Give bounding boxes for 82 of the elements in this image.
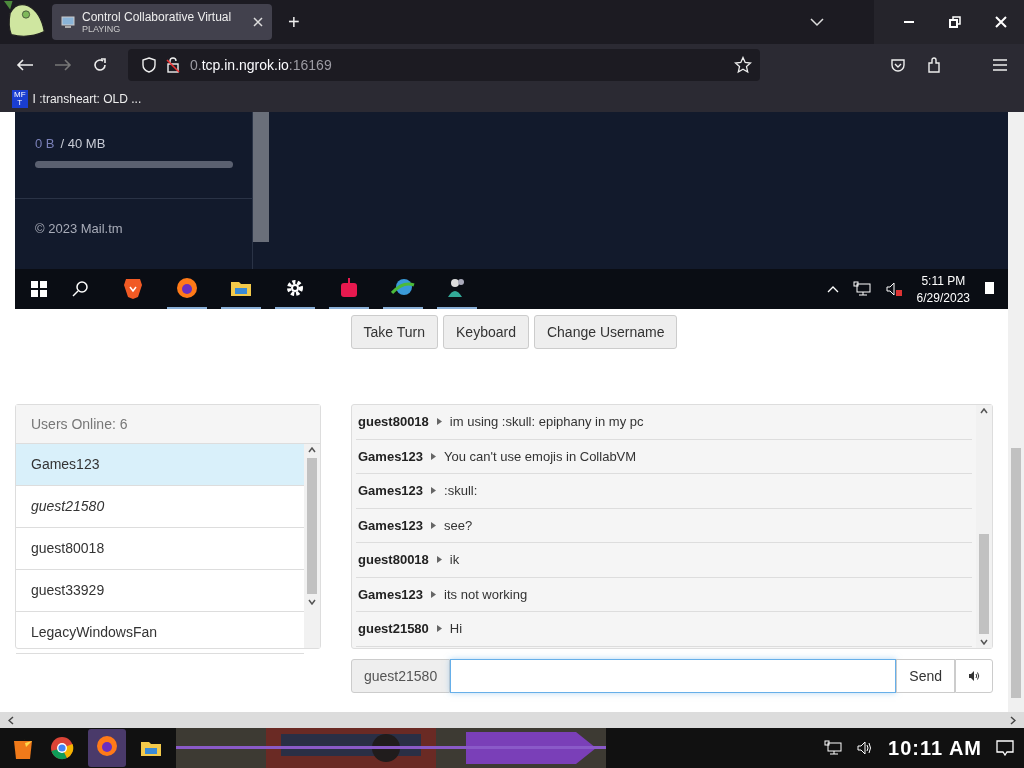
host-clock: 10:11 AM (888, 736, 982, 760)
robot-icon (339, 277, 359, 299)
back-icon[interactable] (16, 58, 34, 72)
chat-message: its not working (444, 586, 528, 602)
address-bar[interactable]: 0.tcp.in.ngrok.io:16169 (128, 49, 760, 81)
chat-username: guest80018 (358, 552, 429, 568)
scrollbar[interactable] (304, 444, 320, 648)
gear-icon (285, 278, 305, 298)
chevron-up-icon[interactable] (826, 285, 839, 293)
pointer-icon (431, 452, 437, 460)
scroll-up-icon[interactable] (980, 408, 988, 414)
horizontal-scrollbar[interactable] (0, 712, 1024, 728)
username-label: guest21580 (351, 659, 451, 693)
scroll-left-icon[interactable] (8, 715, 14, 725)
menu-icon[interactable] (992, 58, 1008, 72)
pointer-icon (431, 487, 437, 495)
windows-start-icon[interactable] (31, 281, 47, 297)
chrome-icon[interactable] (50, 736, 74, 760)
pointer-icon (436, 625, 442, 633)
star-icon[interactable] (734, 56, 752, 74)
browser-tab[interactable]: Control Collaborative Virtual PLAYING (52, 4, 272, 40)
chat-username: Games123 (358, 483, 424, 499)
chat-message: im using :skull: epiphany in my pc (449, 414, 644, 430)
firefox-icon (96, 735, 118, 757)
scrollbar[interactable] (253, 112, 269, 242)
chat-username: guest21580 (358, 621, 429, 637)
pointer-icon (431, 521, 437, 529)
network-icon[interactable] (852, 281, 871, 297)
vm-clock-time: 5:11 PM (921, 273, 966, 288)
scroll-right-icon[interactable] (1010, 715, 1016, 725)
users-online-header: Users Online: 6 (16, 405, 320, 444)
vm-control-button[interactable]: Keyboard (443, 315, 529, 349)
chat-username: Games123 (358, 448, 424, 464)
restore-icon[interactable] (948, 15, 962, 29)
new-tab-button[interactable]: + (288, 10, 300, 34)
chat-message: You can't use emojis in CollabVM (444, 448, 637, 464)
reload-icon[interactable] (92, 57, 108, 73)
puzzle-icon[interactable] (926, 57, 942, 73)
send-button[interactable]: Send (896, 659, 955, 693)
storage-total: / 40 MB (60, 136, 106, 151)
chat-message: :skull: (444, 483, 478, 499)
forward-icon[interactable] (54, 58, 72, 72)
scroll-down-icon[interactable] (308, 599, 316, 605)
url-text: 0.tcp.in.ngrok.io:16169 (190, 57, 332, 73)
chat-username: guest80018 (358, 414, 429, 430)
pointer-icon (436, 418, 442, 426)
chevron-down-icon[interactable] (810, 17, 824, 27)
copyright-text: © 2023 Mail.tm (35, 221, 124, 236)
scroll-up-icon[interactable] (308, 447, 316, 453)
search-icon[interactable] (71, 280, 89, 298)
speaker-icon (968, 670, 980, 681)
pointer-icon (436, 556, 442, 564)
chat-username: Games123 (358, 517, 424, 533)
scrollbar[interactable] (976, 405, 992, 648)
vm-control-button[interactable]: Change Username (533, 315, 678, 349)
scrollbar[interactable] (1008, 112, 1024, 712)
vm-control-button[interactable]: Take Turn (350, 315, 438, 349)
scroll-down-icon[interactable] (980, 639, 988, 645)
folder-icon (230, 279, 252, 297)
pocket-icon[interactable] (890, 57, 906, 73)
vm-screen[interactable]: 0 B / 40 MB © 2023 Mail.tm 5:11 PM 6/29/2023 (15, 112, 1008, 309)
chat-message: ik (449, 552, 460, 568)
folder-icon[interactable] (140, 739, 162, 757)
close-icon[interactable] (252, 16, 264, 28)
speaker-button[interactable] (955, 659, 993, 693)
muted-speaker-icon[interactable] (884, 281, 903, 297)
chat-message: see? (444, 517, 473, 533)
notification-icon[interactable] (996, 740, 1014, 756)
people-icon (447, 277, 467, 299)
storage-used: 0 B (35, 136, 55, 151)
computer-icon (60, 14, 76, 30)
network-icon[interactable] (824, 740, 843, 756)
chat-input[interactable] (450, 659, 897, 693)
chat-message: Hi (449, 621, 463, 637)
vm-clock-date: 6/29/2023 (916, 290, 970, 305)
user-list-item[interactable]: Games123 (16, 444, 304, 486)
firefox-icon (176, 277, 198, 299)
shield-icon (142, 57, 156, 73)
pointer-icon (431, 590, 437, 598)
tab-title: Control Collaborative Virtual (82, 10, 233, 24)
chat-username: Games123 (358, 586, 424, 602)
tab-status: PLAYING (82, 24, 122, 34)
